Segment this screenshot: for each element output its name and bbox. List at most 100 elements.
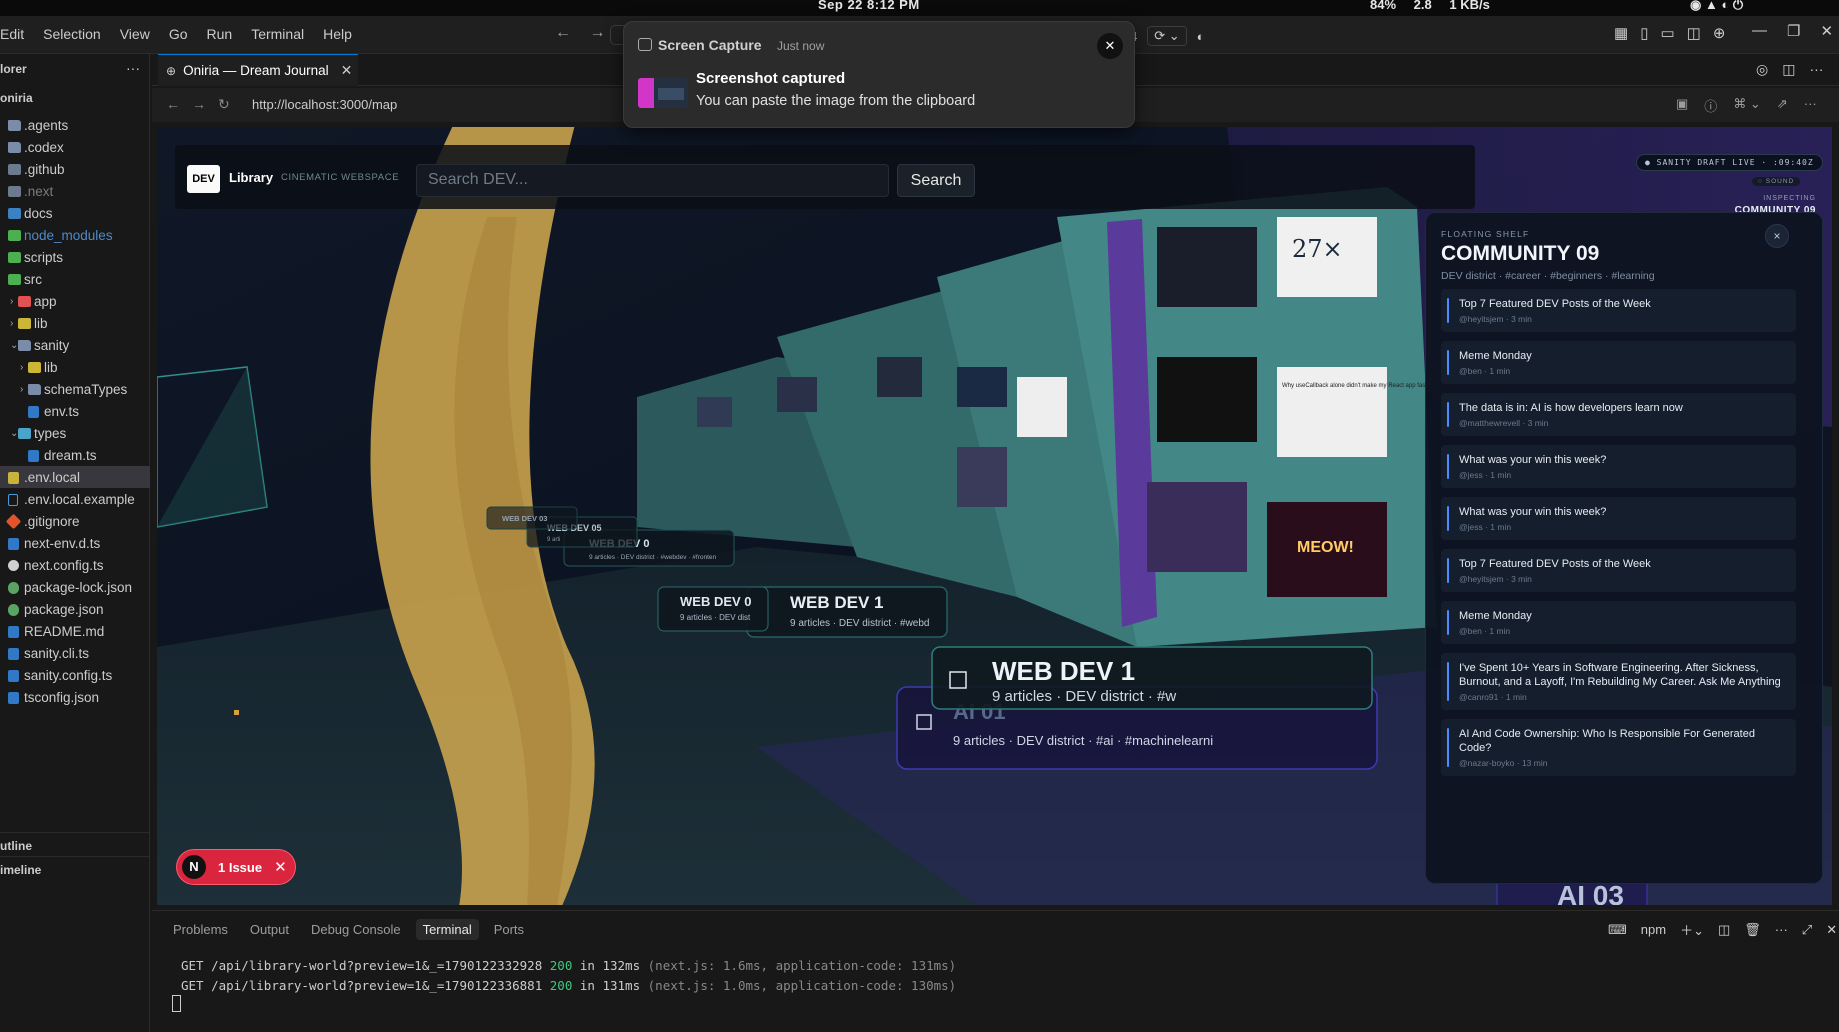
site-search-input[interactable]: Search DEV... bbox=[416, 164, 889, 197]
chevron-icon[interactable]: › bbox=[10, 296, 13, 307]
kill-terminal-icon[interactable]: 🗑 bbox=[1744, 922, 1761, 938]
tree-item[interactable]: next-env.d.ts bbox=[0, 532, 150, 554]
tree-item[interactable]: node_modules bbox=[0, 224, 150, 246]
customize-layout-icon[interactable]: ▦ bbox=[1614, 24, 1628, 42]
shelf-article-card[interactable]: Top 7 Featured DEV Posts of the Week @hey… bbox=[1441, 289, 1796, 332]
toggle-sidebar-icon[interactable]: ▯ bbox=[1640, 24, 1648, 42]
tree-item[interactable]: .agents bbox=[0, 114, 150, 136]
split-terminal-icon[interactable]: ◫ bbox=[1718, 922, 1730, 938]
scene-label-web-dev-1[interactable]: WEB DEV 1 9 articles · DEV district · #w… bbox=[746, 586, 948, 638]
menu-run[interactable]: Run bbox=[207, 26, 233, 42]
browser-forward-icon[interactable]: → bbox=[192, 96, 206, 113]
shelf-article-card[interactable]: I've Spent 10+ Years in Software Enginee… bbox=[1441, 653, 1796, 710]
site-search-button[interactable]: Search bbox=[897, 164, 975, 197]
toggle-secondary-sidebar-icon[interactable]: ◫ bbox=[1687, 24, 1701, 42]
tree-item[interactable]: .gitignore bbox=[0, 510, 150, 532]
sound-toggle[interactable]: ○ SOUND bbox=[1752, 177, 1801, 186]
close-tab-icon[interactable]: ✕ bbox=[341, 62, 353, 79]
close-shelf-button[interactable]: × bbox=[1765, 224, 1789, 248]
terminal-output[interactable]: GET /api/library-world?preview=1&_=17901… bbox=[181, 956, 956, 996]
system-tray[interactable]: ◉ ▲ ◐ ⏻ bbox=[1690, 0, 1743, 13]
forward-arrow-icon[interactable]: → bbox=[589, 24, 605, 41]
chevron-icon[interactable]: › bbox=[20, 362, 23, 373]
tree-item[interactable]: .env.local.example bbox=[0, 488, 150, 510]
tree-item[interactable]: .env.local bbox=[0, 466, 150, 488]
workspace-root[interactable]: oniria bbox=[0, 91, 33, 105]
system-clock[interactable]: Sep 22 8:12 PM bbox=[818, 0, 920, 12]
tree-item[interactable]: sanity.cli.ts bbox=[0, 642, 150, 664]
timeline-section[interactable]: imeline bbox=[0, 856, 150, 877]
tree-item[interactable]: tsconfig.json bbox=[0, 686, 150, 708]
copilot-icon[interactable]: ◎ bbox=[1756, 61, 1768, 78]
back-arrow-icon[interactable]: ← bbox=[555, 24, 571, 41]
shelf-article-card[interactable]: What was your win this week? @jess · 1 mi… bbox=[1441, 445, 1796, 488]
copilot-icon[interactable]: ◐ bbox=[1197, 29, 1205, 44]
tree-item[interactable]: next.config.ts bbox=[0, 554, 150, 576]
globe-icon[interactable]: ⊕ bbox=[1713, 24, 1726, 42]
dev-logo[interactable]: DEV bbox=[187, 165, 220, 193]
tree-item[interactable]: package.json bbox=[0, 598, 150, 620]
shelf-article-card[interactable]: Meme Monday @ben · 1 min bbox=[1441, 601, 1796, 644]
close-window-icon[interactable]: ✕ bbox=[1820, 22, 1833, 40]
tree-item[interactable]: env.ts bbox=[0, 400, 150, 422]
tab-simple-browser[interactable]: ⊕ Oniria — Dream Journal ✕ bbox=[158, 54, 358, 86]
tree-item[interactable]: src bbox=[0, 268, 150, 290]
menu-view[interactable]: View bbox=[120, 26, 150, 42]
menu-selection[interactable]: Selection bbox=[43, 26, 101, 42]
issue-count-label[interactable]: 1 Issue bbox=[218, 860, 262, 875]
shelf-article-card[interactable]: What was your win this week? @jess · 1 mi… bbox=[1441, 497, 1796, 540]
tree-item[interactable]: ⌄ sanity bbox=[0, 334, 150, 356]
menu-help[interactable]: Help bbox=[323, 26, 352, 42]
restore-icon[interactable]: ❐ bbox=[1787, 22, 1800, 40]
open-external-icon[interactable]: ⇗ bbox=[1777, 96, 1788, 115]
tab-ports[interactable]: Ports bbox=[487, 919, 531, 940]
screenshot-icon[interactable]: ▣ bbox=[1676, 96, 1688, 115]
info-icon[interactable]: ⓘ bbox=[1704, 96, 1717, 115]
tree-item[interactable]: .codex bbox=[0, 136, 150, 158]
tree-item[interactable]: › lib bbox=[0, 356, 150, 378]
menu-edit[interactable]: Edit bbox=[0, 26, 24, 42]
tree-item[interactable]: dream.ts bbox=[0, 444, 150, 466]
minimize-icon[interactable]: — bbox=[1752, 22, 1767, 40]
maximize-panel-icon[interactable]: ⤢ bbox=[1802, 922, 1812, 938]
screen-capture-notification[interactable]: Screen Capture Just now ✕ Screenshot cap… bbox=[623, 21, 1135, 128]
tree-item[interactable]: README.md bbox=[0, 620, 150, 642]
scene-label-web-dev-1-large[interactable]: WEB DEV 1 9 articles · DEV district · #w bbox=[931, 646, 1373, 710]
scene-label-web-dev-03[interactable]: WEB DEV 03 bbox=[486, 506, 578, 530]
shelf-article-card[interactable]: Top 7 Featured DEV Posts of the Week @hey… bbox=[1441, 549, 1796, 592]
scene-label-web-dev-0[interactable]: WEB DEV 0 9 articles · DEV dist bbox=[657, 586, 769, 632]
tree-item[interactable]: .next bbox=[0, 180, 150, 202]
more-actions-icon[interactable]: ··· bbox=[1775, 922, 1788, 937]
shelf-article-card[interactable]: AI And Code Ownership: Who Is Responsibl… bbox=[1441, 719, 1796, 776]
tree-item[interactable]: .github bbox=[0, 158, 150, 180]
terminal-shell-label[interactable]: npm bbox=[1641, 922, 1666, 937]
shelf-article-card[interactable]: The data is in: AI is how developers lea… bbox=[1441, 393, 1796, 436]
toggle-panel-icon[interactable]: ▭ bbox=[1660, 24, 1674, 42]
more-actions-icon[interactable]: ··· bbox=[126, 60, 140, 76]
browser-back-icon[interactable]: ← bbox=[166, 96, 180, 113]
devtools-icon[interactable]: ⌘ ⌄ bbox=[1733, 96, 1761, 115]
new-terminal-icon[interactable]: ＋⌄ bbox=[1680, 920, 1704, 939]
tree-item[interactable]: scripts bbox=[0, 246, 150, 268]
more-actions-icon[interactable]: ··· bbox=[1804, 96, 1817, 115]
tree-item[interactable]: › app bbox=[0, 290, 150, 312]
more-actions-icon[interactable]: ··· bbox=[1809, 61, 1823, 78]
tree-item[interactable]: sanity.config.ts bbox=[0, 664, 150, 686]
tab-problems[interactable]: Problems bbox=[166, 919, 235, 940]
nextjs-issue-indicator[interactable]: N 1 Issue ✕ bbox=[177, 850, 295, 884]
chevron-icon[interactable]: › bbox=[10, 318, 13, 329]
tree-item[interactable]: ⌄ types bbox=[0, 422, 150, 444]
tab-debug-console[interactable]: Debug Console bbox=[304, 919, 408, 940]
chevron-icon[interactable]: › bbox=[20, 384, 23, 395]
close-panel-icon[interactable]: ✕ bbox=[1826, 922, 1837, 938]
tree-item[interactable]: docs bbox=[0, 202, 150, 224]
menu-go[interactable]: Go bbox=[169, 26, 188, 42]
reload-icon[interactable]: ↻ bbox=[218, 96, 230, 113]
terminal-shell-icon[interactable]: ⌨ bbox=[1608, 922, 1627, 938]
tab-terminal[interactable]: Terminal bbox=[415, 919, 479, 940]
sync-icon[interactable]: ⟳ ⌄ bbox=[1147, 26, 1187, 46]
screenshot-thumbnail[interactable] bbox=[638, 78, 688, 108]
menu-terminal[interactable]: Terminal bbox=[251, 26, 304, 42]
tab-output[interactable]: Output bbox=[243, 919, 296, 940]
tree-item[interactable]: › lib bbox=[0, 312, 150, 334]
